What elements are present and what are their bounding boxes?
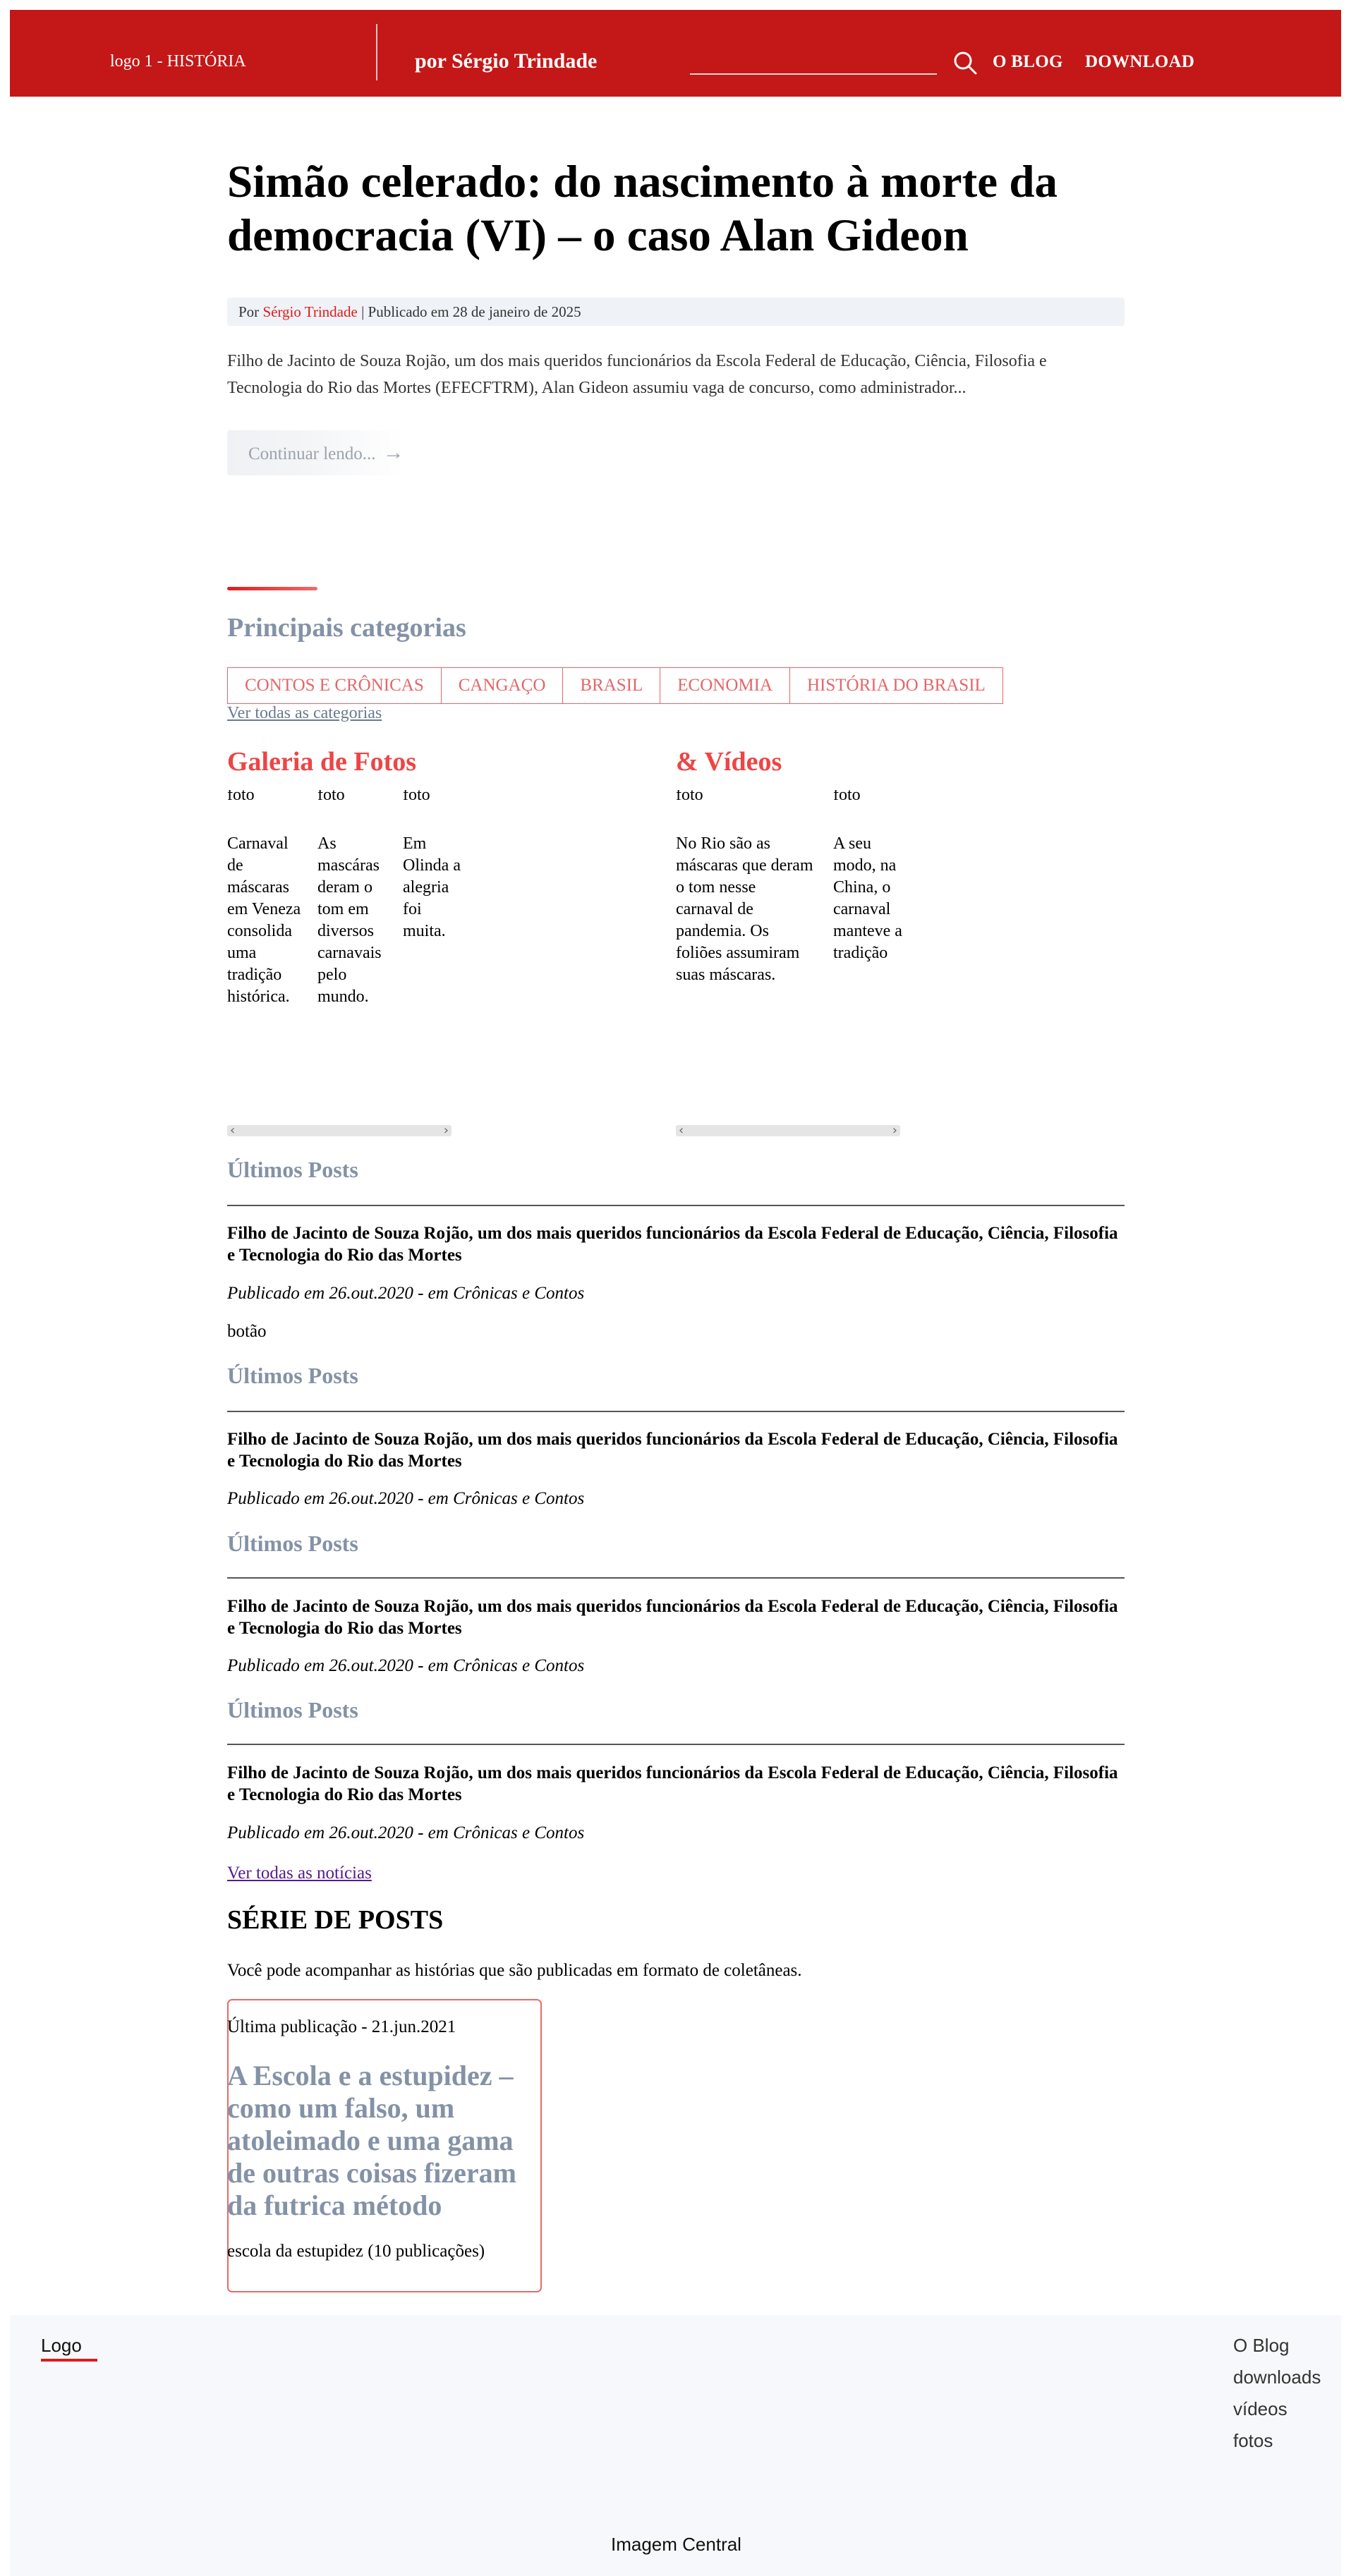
all-categories-link[interactable]: Ver todas as categorias — [227, 704, 382, 723]
nav-download-link[interactable]: DOWNLOAD — [1085, 52, 1194, 72]
arrow-right-icon: → — [382, 441, 404, 464]
footer-logo-underline — [41, 2359, 97, 2362]
category-tab-brasil[interactable]: BRASIL — [563, 667, 661, 704]
latest-posts-heading: Últimos Posts — [227, 1363, 358, 1388]
header-author: por Sérgio Trindade — [415, 49, 598, 73]
latest-post-title[interactable]: Filho de Jacinto de Souza Rojão, um dos … — [227, 1222, 1125, 1266]
photo-placeholder: foto — [317, 790, 345, 804]
video-gallery-heading: & Vídeos — [676, 747, 782, 777]
photo-caption: Carnaval de máscaras em Veneza consolida… — [227, 834, 301, 1006]
all-news-link[interactable]: Ver todas as notícias — [227, 1864, 372, 1883]
series-count: escola da estupidez (10 publicações) — [227, 2242, 485, 2261]
footer-link-blog[interactable]: O Blog — [1233, 2335, 1290, 2357]
video-caption: No Rio são as máscaras que deram o tom n… — [676, 834, 813, 984]
latest-posts-heading: Últimos Posts — [227, 1531, 358, 1556]
search-icon[interactable] — [952, 50, 978, 75]
photo-gallery-scrollbar[interactable]: ‹ › — [227, 1123, 452, 1138]
footer-link-videos[interactable]: vídeos — [1233, 2398, 1288, 2420]
search-underline — [690, 73, 937, 75]
footer-link-downloads[interactable]: downloads — [1233, 2367, 1321, 2388]
video-caption: A seu modo, na China, o carnaval manteve… — [833, 834, 902, 962]
header-logo[interactable]: logo 1 - HISTÓRIA — [110, 52, 246, 71]
category-tab-cangaco[interactable]: CANGAÇO — [441, 667, 564, 704]
footer-logo[interactable]: Logo — [41, 2335, 82, 2357]
section-divider — [227, 1205, 1125, 1206]
chevron-left-icon[interactable]: ‹ — [230, 1123, 235, 1138]
nav-blog-link[interactable]: O BLOG — [993, 52, 1063, 72]
series-card-title[interactable]: A Escola e a estupidez – como um falso, … — [227, 2060, 542, 2222]
photo-caption: Em Olinda a alegria foi muita. — [403, 834, 461, 940]
latest-posts-heading: Últimos Posts — [227, 1157, 358, 1182]
video-placeholder: foto — [833, 790, 861, 804]
footer-central-image: Imagem Central — [611, 2534, 741, 2555]
post-excerpt: Filho de Jacinto de Souza Rojão, um dos … — [227, 352, 1047, 397]
site-footer: Logo O Blog downloads vídeos fotos Image… — [10, 2315, 1341, 2576]
site-header: logo 1 - HISTÓRIA por Sérgio Trindade O … — [10, 10, 1341, 97]
latest-post-meta: Publicado em 26.out.2020 - em Crônicas e… — [227, 1489, 585, 1508]
footer-link-photos[interactable]: fotos — [1233, 2430, 1273, 2452]
gallery-video-item[interactable]: foto No Rio são as máscaras que deram o … — [676, 790, 817, 986]
post-meta: Por Sérgio Trindade | Publicado em 28 de… — [227, 298, 1125, 326]
category-tab-economia[interactable]: ECONOMIA — [660, 667, 790, 704]
gallery-photo-item[interactable]: foto Em Olinda a alegria foi muita. — [403, 790, 462, 942]
section-accent-bar — [227, 587, 317, 590]
gallery-photo-item[interactable]: foto As mascáras deram o tom em diversos… — [317, 790, 394, 1008]
read-more-button[interactable]: Continuar lendo... → — [227, 430, 405, 475]
gallery-video-item[interactable]: foto A seu modo, na China, o carnaval ma… — [833, 790, 904, 964]
latest-post-meta: Publicado em 26.out.2020 - em Crônicas e… — [227, 1656, 585, 1675]
category-tab-historia-do-brasil[interactable]: HISTÓRIA DO BRASIL — [790, 667, 1003, 704]
search-input[interactable] — [690, 47, 940, 73]
category-list: CONTOS E CRÔNICAS CANGAÇO BRASIL ECONOMI… — [227, 667, 1003, 704]
chevron-right-icon[interactable]: › — [892, 1123, 897, 1138]
section-divider — [227, 1577, 1125, 1579]
latest-post-meta: Publicado em 26.out.2020 - em Crônicas e… — [227, 1284, 585, 1303]
categories-heading: Principais categorias — [227, 613, 466, 643]
header-divider — [376, 24, 377, 80]
chevron-left-icon[interactable]: ‹ — [679, 1123, 684, 1138]
photo-gallery-heading: Galeria de Fotos — [227, 747, 417, 777]
post-title[interactable]: Simão celerado: do nascimento à morte da… — [227, 155, 1130, 262]
photo-caption: As mascáras deram o tom em diversos carn… — [317, 834, 382, 1006]
series-last-published: Última publicação - 21.jun.2021 — [227, 2017, 456, 2036]
post-author-link[interactable]: Sérgio Trindade — [262, 303, 357, 320]
latest-post-button[interactable]: botão — [227, 1322, 267, 1342]
latest-post-title[interactable]: Filho de Jacinto de Souza Rojão, um dos … — [227, 1596, 1125, 1639]
video-gallery-scrollbar[interactable]: ‹ › — [676, 1123, 900, 1138]
series-heading: SÉRIE DE POSTS — [227, 1905, 444, 1935]
post-date: | Publicado em 28 de janeiro de 2025 — [361, 303, 581, 320]
photo-placeholder: foto — [403, 790, 430, 804]
latest-posts-heading: Últimos Posts — [227, 1697, 358, 1723]
read-more-label: Continuar lendo... — [248, 444, 376, 463]
latest-post-title[interactable]: Filho de Jacinto de Souza Rojão, um dos … — [227, 1762, 1125, 1806]
video-placeholder: foto — [676, 790, 703, 804]
photo-placeholder: foto — [227, 790, 255, 804]
gallery-photo-item[interactable]: foto Carnaval de máscaras em Veneza cons… — [227, 790, 305, 1008]
latest-post-title[interactable]: Filho de Jacinto de Souza Rojão, um dos … — [227, 1428, 1125, 1472]
post-meta-prefix: Por — [238, 303, 260, 320]
series-intro: Você pode acompanhar as histórias que sã… — [227, 1961, 802, 1980]
section-divider — [227, 1411, 1125, 1412]
chevron-right-icon[interactable]: › — [444, 1123, 449, 1138]
category-tab-contos-e-cronicas[interactable]: CONTOS E CRÔNICAS — [227, 667, 442, 704]
latest-post-meta: Publicado em 26.out.2020 - em Crônicas e… — [227, 1823, 585, 1842]
section-divider — [227, 1744, 1125, 1745]
